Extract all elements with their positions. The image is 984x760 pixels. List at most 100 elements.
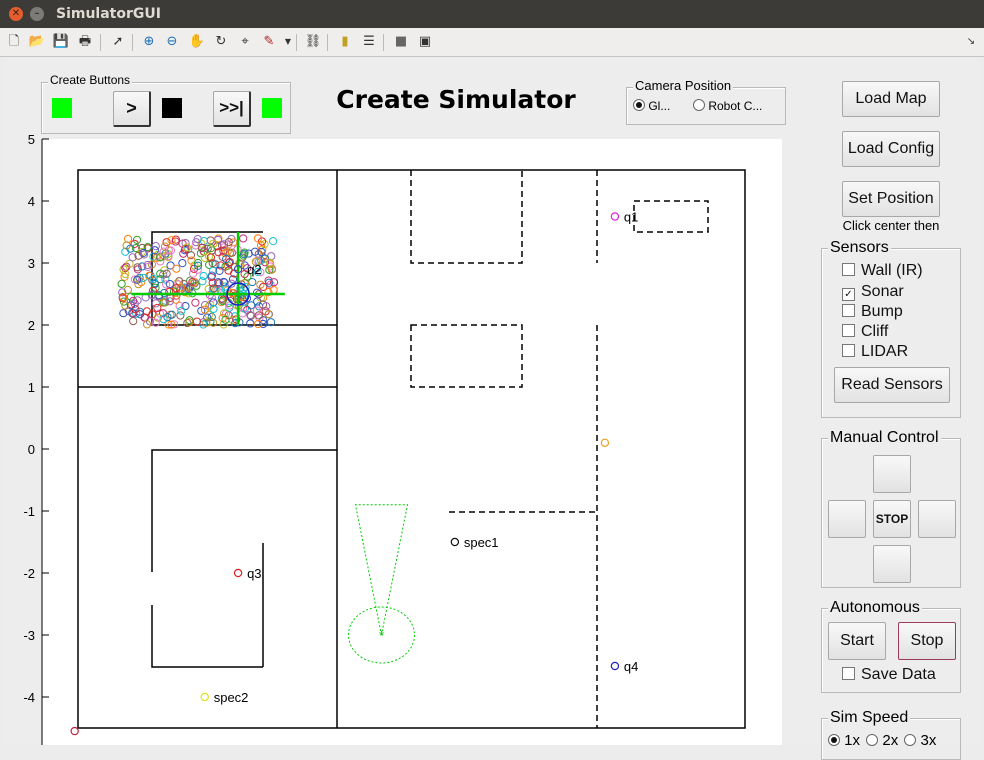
toolbar-separator — [296, 34, 297, 51]
camera-position-panel: Camera Position Gl... Robot C... — [626, 78, 786, 125]
checkbox-box[interactable] — [842, 667, 855, 680]
close-window-button[interactable]: ✕ — [9, 7, 23, 21]
axes-background — [42, 139, 782, 745]
read-sensors-button[interactable]: Read Sensors — [834, 367, 950, 403]
rotate-icon[interactable]: ↻ — [212, 33, 230, 51]
sim-speed-panel: Sim Speed 1x 2x 3x — [821, 709, 961, 760]
speed-radio-2x[interactable] — [866, 734, 879, 746]
y-tick-label: 5 — [28, 135, 35, 147]
y-tick-label: 4 — [28, 194, 35, 209]
colorbar-icon[interactable]: ▮ — [336, 33, 354, 51]
load-map-button[interactable]: Load Map — [842, 81, 940, 117]
hide-plot-tools-icon[interactable]: ■ — [392, 33, 410, 51]
legend-icon[interactable]: ☰ — [360, 33, 378, 51]
checkbox-box[interactable] — [842, 344, 855, 357]
sensor-label: Wall (IR) — [861, 262, 923, 279]
set-position-hint: Click center then — [842, 218, 940, 233]
turn-left-button[interactable] — [828, 500, 866, 538]
stop-square-indicator — [162, 98, 182, 118]
play-button[interactable]: > — [113, 91, 151, 127]
y-tick-label: -3 — [23, 628, 35, 643]
link-icon[interactable]: ⛓ — [304, 33, 322, 51]
sensor-lidar-checkbox[interactable]: LIDAR — [842, 343, 908, 361]
print-icon[interactable]: 🖶 — [76, 33, 94, 51]
camera-global-option[interactable]: Gl... — [633, 99, 670, 113]
pan-hand-icon[interactable]: ✋ — [188, 33, 206, 51]
new-file-icon[interactable]: 🗋 — [5, 33, 23, 51]
forward-button[interactable] — [873, 455, 911, 493]
camera-robot-label: Robot C... — [708, 99, 763, 113]
camera-robot-option[interactable]: Robot C... — [693, 99, 762, 113]
waypoint-label: q2 — [247, 262, 261, 277]
radio-global[interactable] — [633, 99, 645, 111]
window-titlebar: ✕ – SimulatorGUI — [0, 0, 984, 28]
map-plot[interactable]: -4 -3 -2 -1 0 1 2 3 4 5 * q1 q2 q3 q4 spec1 spec2 — [4, 135, 794, 745]
sensor-cliff-checkbox[interactable]: Cliff — [842, 323, 888, 341]
sensor-wall-checkbox[interactable]: Wall (IR) — [842, 262, 923, 280]
minimize-window-button[interactable]: – — [30, 7, 44, 21]
y-tick-label: 2 — [28, 318, 35, 333]
checkbox-box[interactable]: ✓ — [842, 288, 855, 301]
sim-speed-title: Sim Speed — [828, 709, 911, 727]
y-tick-label: 0 — [28, 442, 35, 457]
waypoint-label: q4 — [624, 659, 638, 674]
toolbar-separator — [327, 34, 328, 51]
manual-control-title: Manual Control — [828, 429, 941, 447]
stop-button[interactable]: STOP — [873, 500, 911, 538]
backward-button[interactable] — [873, 545, 911, 583]
turn-right-button[interactable] — [918, 500, 956, 538]
y-tick-label: -1 — [23, 504, 35, 519]
y-tick-label: -4 — [23, 690, 35, 705]
autonomous-panel: Autonomous Start Stop Save Data — [821, 599, 961, 693]
sim-speed-options: 1x 2x 3x — [828, 732, 936, 749]
brush-icon[interactable]: ✎ — [260, 33, 278, 51]
speed-radio-1x[interactable] — [828, 734, 840, 746]
brush-dropdown-icon[interactable]: ▼ — [279, 33, 297, 51]
sensor-label: Cliff — [861, 323, 889, 340]
sensor-bump-checkbox[interactable]: Bump — [842, 303, 903, 321]
checkbox-box[interactable] — [842, 263, 855, 276]
save-data-checkbox[interactable]: Save Data — [842, 666, 936, 684]
sensor-label: Bump — [861, 303, 903, 320]
create-buttons-title: Create Buttons — [48, 73, 133, 87]
y-tick-label: 1 — [28, 380, 35, 395]
show-plot-tools-icon[interactable]: ▣ — [416, 33, 434, 51]
fast-forward-button[interactable]: >>| — [213, 91, 251, 127]
data-cursor-icon[interactable]: ⌖ — [236, 33, 254, 51]
zoom-out-icon[interactable]: ⊖ — [163, 33, 181, 51]
waypoint-label: q3 — [247, 566, 261, 581]
window-title: SimulatorGUI — [56, 6, 161, 22]
sensor-sonar-checkbox[interactable]: ✓ Sonar — [842, 283, 904, 301]
speed-label: 3x — [920, 732, 937, 749]
camera-position-title: Camera Position — [633, 78, 734, 93]
led-indicator-left — [52, 98, 72, 118]
y-tick-label: 3 — [28, 256, 35, 271]
save-data-label: Save Data — [861, 666, 936, 683]
waypoint-label: spec1 — [464, 535, 499, 550]
dock-icon[interactable]: ↘ — [962, 33, 980, 51]
auto-stop-button[interactable]: Stop — [898, 622, 956, 660]
set-position-button[interactable]: Set Position — [842, 181, 940, 217]
speed-radio-3x[interactable] — [904, 734, 917, 746]
load-config-button[interactable]: Load Config — [842, 131, 940, 167]
y-tick-label: -2 — [23, 566, 35, 581]
figure-toolbar: 🗋 📂 💾 🖶 ➚ ⊕ ⊖ ✋ ↻ ⌖ ✎ ▼ ⛓ ▮ ☰ ■ ▣ ↘ — [0, 28, 984, 57]
pointer-icon[interactable]: ➚ — [109, 33, 127, 51]
led-indicator-right — [262, 98, 282, 118]
checkbox-box[interactable] — [842, 324, 855, 337]
waypoint-label: q1 — [624, 210, 638, 225]
save-icon[interactable]: 💾 — [52, 33, 70, 51]
checkbox-box[interactable] — [842, 304, 855, 317]
radio-robot[interactable] — [693, 99, 705, 111]
start-button[interactable]: Start — [828, 622, 886, 660]
camera-global-label: Gl... — [648, 99, 671, 113]
autonomous-title: Autonomous — [828, 599, 922, 617]
robot-center-marker: * — [379, 628, 384, 643]
sensor-label: LIDAR — [861, 343, 909, 360]
open-folder-icon[interactable]: 📂 — [28, 33, 46, 51]
sensors-panel: Sensors Wall (IR) ✓ Sonar Bump Cliff LIDA… — [821, 239, 961, 418]
toolbar-separator — [100, 34, 101, 51]
zoom-in-icon[interactable]: ⊕ — [140, 33, 158, 51]
speed-label: 1x — [844, 732, 861, 749]
create-buttons-panel: Create Buttons > >>| — [41, 73, 291, 134]
